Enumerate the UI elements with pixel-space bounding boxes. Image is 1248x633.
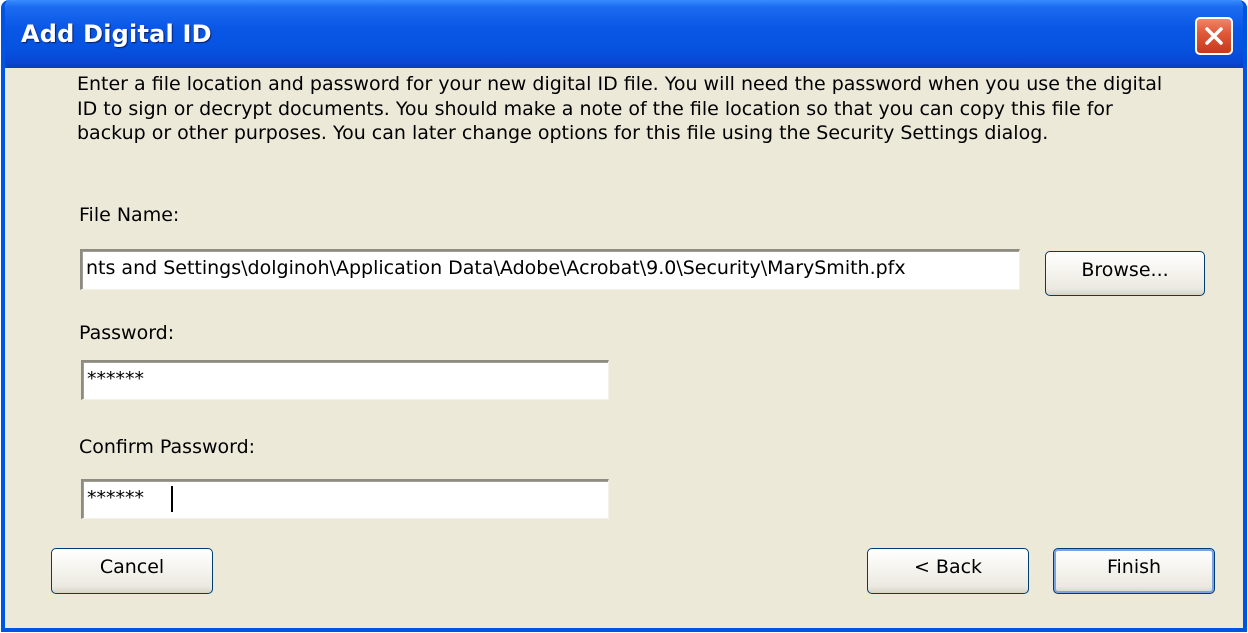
close-x-icon <box>1205 27 1223 45</box>
password-input[interactable]: ****** <box>81 360 609 400</box>
password-label: Password: <box>79 322 175 344</box>
confirm-password-input[interactable]: ****** <box>81 479 609 519</box>
finish-button[interactable]: Finish <box>1053 548 1215 594</box>
back-button[interactable]: < Back <box>867 548 1029 594</box>
file-name-label: File Name: <box>79 204 180 226</box>
finish-button-label: Finish <box>1106 556 1162 578</box>
text-caret <box>171 486 173 512</box>
window-title: Add Digital ID <box>21 20 212 48</box>
file-name-value: nts and Settings\dolginoh\Application Da… <box>86 257 906 279</box>
browse-button[interactable]: Browse... <box>1045 251 1205 296</box>
back-button-label: < Back <box>913 556 983 578</box>
cancel-button[interactable]: Cancel <box>51 548 213 594</box>
add-digital-id-dialog: Add Digital ID Enter a file location and… <box>1 0 1247 632</box>
password-value: ****** <box>87 368 144 390</box>
dialog-body: Enter a file location and password for y… <box>5 68 1243 628</box>
instructions-text: Enter a file location and password for y… <box>77 73 1163 144</box>
confirm-password-value: ****** <box>87 487 144 509</box>
title-bar[interactable]: Add Digital ID <box>5 0 1243 68</box>
browse-button-label: Browse... <box>1081 259 1169 281</box>
close-button[interactable] <box>1195 17 1233 55</box>
cancel-button-label: Cancel <box>99 556 165 578</box>
confirm-password-label: Confirm Password: <box>79 436 256 458</box>
file-name-input[interactable]: nts and Settings\dolginoh\Application Da… <box>80 249 1020 290</box>
